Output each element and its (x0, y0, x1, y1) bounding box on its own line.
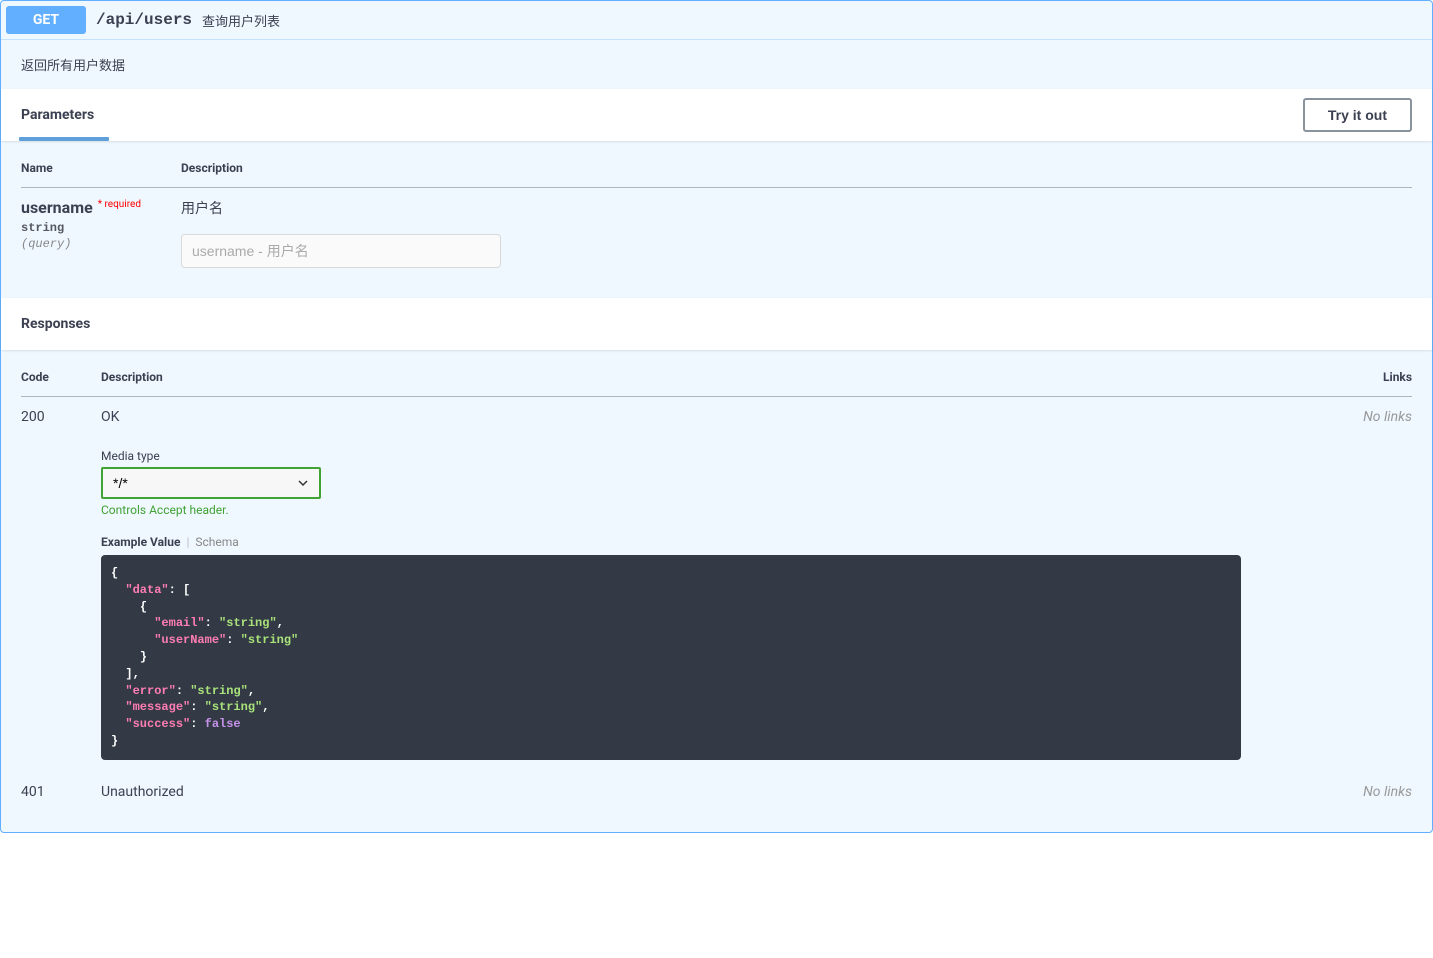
th-description: Description (181, 161, 1412, 188)
responses-table: Code Description Links 200 OK Media type… (1, 350, 1432, 832)
media-type-select[interactable]: */* (101, 467, 321, 499)
no-links-text: No links (1363, 784, 1412, 800)
media-type-label: Media type (101, 449, 1332, 463)
accept-header-note: Controls Accept header. (101, 503, 1332, 517)
th-name: Name (21, 161, 181, 188)
tab-schema[interactable]: Schema (195, 535, 238, 549)
method-badge: GET (6, 6, 86, 34)
param-in: (query) (21, 235, 181, 251)
try-it-out-button[interactable]: Try it out (1303, 98, 1412, 132)
param-name: username (21, 198, 93, 217)
th-code: Code (21, 370, 101, 397)
responses-header: Responses (1, 298, 1432, 350)
parameters-table: Name Description username* required stri… (1, 141, 1432, 298)
param-input-username[interactable] (181, 234, 501, 268)
endpoint-path: /api/users (96, 11, 192, 29)
no-links-text: No links (1363, 409, 1412, 425)
tab-example-value[interactable]: Example Value (101, 535, 180, 549)
operation-block: GET /api/users 查询用户列表 返回所有用户数据 Parameter… (0, 0, 1433, 833)
param-description: 用户名 (181, 198, 1412, 218)
response-description: Unauthorized (101, 784, 1332, 800)
response-code: 200 (21, 409, 45, 425)
operation-body: 返回所有用户数据 Parameters Try it out Name Desc… (1, 39, 1432, 832)
parameters-title: Parameters (21, 97, 94, 133)
operation-description: 返回所有用户数据 (1, 40, 1432, 89)
example-value-block[interactable]: { "data": [ { "email": "string", "userNa… (101, 555, 1241, 760)
response-row-401: 401 Unauthorized No links (21, 772, 1412, 812)
response-description: OK (101, 409, 1332, 425)
param-type: string (21, 217, 181, 235)
model-tabs: Example Value|Schema (101, 535, 1332, 549)
response-code: 401 (21, 784, 45, 800)
endpoint-summary: 查询用户列表 (202, 11, 280, 30)
parameters-header: Parameters Try it out (1, 89, 1432, 141)
th-resp-description: Description (101, 370, 1332, 397)
response-row-200: 200 OK Media type */* Controls Accept he… (21, 397, 1412, 772)
param-row: username* required string (query) 用户名 (21, 188, 1412, 279)
required-marker: * required (93, 199, 141, 210)
operation-summary[interactable]: GET /api/users 查询用户列表 (1, 1, 1432, 39)
th-links: Links (1332, 370, 1412, 397)
responses-title: Responses (21, 306, 90, 342)
